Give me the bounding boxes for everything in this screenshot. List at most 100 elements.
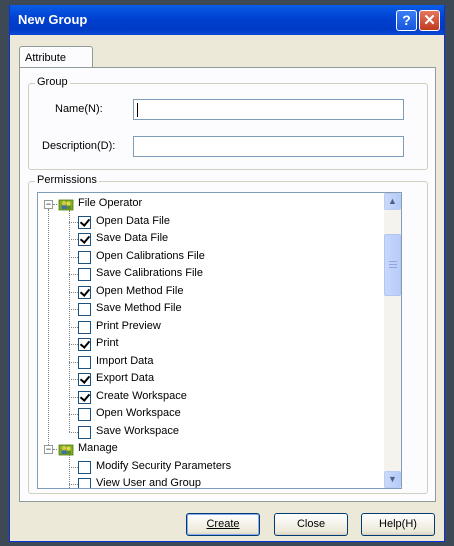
permission-item[interactable]: Import Data: [38, 354, 378, 371]
permission-item[interactable]: Open Data File: [38, 214, 378, 231]
grip-line: [389, 266, 397, 268]
permission-label: Export Data: [96, 372, 155, 384]
close-button[interactable]: Close: [274, 513, 348, 536]
permission-checkbox[interactable]: [78, 460, 91, 474]
close-button-label: Close: [296, 518, 326, 530]
permission-item[interactable]: Export Data: [38, 371, 378, 388]
permission-item[interactable]: Open Workspace: [38, 406, 378, 423]
permission-label: Open Method File: [96, 284, 184, 297]
group-legend: Group: [35, 76, 70, 88]
tree-connector: [69, 210, 70, 432]
scroll-down-icon[interactable]: ▼: [384, 471, 401, 488]
permission-checkbox[interactable]: [78, 268, 91, 281]
tree-connector: [69, 256, 78, 258]
title-bar[interactable]: New Group ? ✕: [10, 5, 444, 35]
scroll-thumb[interactable]: [384, 233, 401, 296]
create-button-label: Create: [206, 518, 240, 530]
tree-connector: [69, 466, 78, 468]
tree-connector: [69, 221, 78, 223]
scroll-up-icon[interactable]: ▲: [384, 193, 401, 210]
help-icon[interactable]: ?: [396, 10, 417, 31]
permission-label: Import Data: [96, 354, 154, 367]
permission-label: Modify Security Parameters: [96, 459, 232, 472]
permission-item[interactable]: Save Method File: [38, 301, 378, 318]
tree-connector: [69, 239, 78, 240]
permission-item[interactable]: Save Calibrations File: [38, 266, 378, 283]
tree-connector: [69, 396, 78, 398]
tree-connector: [69, 309, 78, 310]
tree-connector: [69, 291, 78, 293]
permission-item[interactable]: Save Data File: [38, 231, 378, 248]
collapse-icon[interactable]: −: [44, 200, 53, 209]
permission-label: Open Calibrations File: [96, 249, 205, 262]
permission-checkbox[interactable]: [78, 215, 91, 229]
permission-checkbox[interactable]: [78, 355, 91, 369]
permission-label: Print: [96, 337, 119, 349]
tree-connector: [48, 209, 49, 445]
permission-label: View User and Group: [96, 477, 201, 488]
tree-connector: [69, 326, 78, 328]
permission-item[interactable]: Create Workspace: [38, 389, 378, 406]
permission-checkbox[interactable]: [78, 408, 91, 421]
close-icon[interactable]: ✕: [419, 10, 440, 31]
permission-item[interactable]: Print: [38, 336, 378, 353]
permissions-tree[interactable]: − File Operator Open Data File Save Data Fi…: [38, 193, 384, 488]
description-label: Description(D):: [42, 140, 116, 152]
users-folder-icon: [58, 444, 74, 456]
permission-checkbox[interactable]: [78, 303, 91, 316]
tree-connector: [69, 361, 78, 363]
permission-label: Save Data File: [96, 232, 169, 244]
help-button-label: Help(H): [379, 518, 417, 530]
description-input[interactable]: [133, 136, 404, 157]
tree-connector: [69, 344, 78, 345]
permissions-groupbox: Permissions − File Operator Open Data File…: [28, 174, 428, 494]
grip-line: [389, 260, 397, 262]
create-button[interactable]: Create: [186, 513, 260, 536]
permission-checkbox[interactable]: [78, 233, 91, 246]
permission-checkbox[interactable]: [78, 320, 91, 334]
permission-item[interactable]: Print Preview: [38, 319, 378, 336]
tree-connector: [69, 431, 78, 433]
name-input[interactable]: [133, 99, 404, 120]
grip-line: [389, 263, 397, 265]
permission-checkbox[interactable]: [78, 338, 91, 351]
tab-attribute-label: Attribute: [25, 52, 66, 64]
collapse-icon[interactable]: −: [44, 445, 53, 454]
permission-checkbox[interactable]: [78, 390, 91, 404]
permission-item[interactable]: Open Calibrations File: [38, 249, 378, 266]
help-button[interactable]: Help(H): [361, 513, 435, 536]
permission-item[interactable]: Modify Security Parameters: [38, 459, 378, 476]
permission-label: Save Workspace: [96, 424, 179, 437]
permissions-tree-frame: − File Operator Open Data File Save Data Fi…: [37, 192, 402, 489]
tree-connector: [69, 414, 78, 415]
permission-item[interactable]: View User and Group: [38, 476, 378, 488]
tree-connector: [69, 274, 78, 275]
tree-connector: [69, 484, 78, 485]
window-title: New Group: [18, 12, 88, 27]
permission-checkbox[interactable]: [78, 250, 91, 264]
permission-label: Open Data File: [96, 214, 170, 227]
permission-label: Save Method File: [96, 302, 182, 314]
permission-checkbox[interactable]: [78, 478, 91, 488]
users-folder-icon: [58, 199, 74, 211]
permission-checkbox[interactable]: [78, 373, 91, 386]
tree-group-label: File Operator: [78, 197, 143, 209]
text-caret: [137, 103, 138, 117]
permission-label: Open Workspace: [96, 407, 181, 419]
tree-connector: [69, 455, 70, 488]
permission-checkbox[interactable]: [78, 425, 91, 439]
name-label: Name(N):: [55, 103, 103, 115]
group-groupbox: Group Name(N): Description(D):: [28, 76, 428, 170]
permission-label: Print Preview: [96, 319, 161, 332]
tab-attribute[interactable]: Attribute: [19, 46, 93, 68]
permission-label: Create Workspace: [96, 389, 187, 402]
tree-scrollbar[interactable]: ▲ ▼: [384, 193, 401, 488]
permission-checkbox[interactable]: [78, 285, 91, 299]
permission-item[interactable]: Open Method File: [38, 284, 378, 301]
tree-connector: [69, 379, 78, 380]
permission-item[interactable]: Save Workspace: [38, 424, 378, 441]
new-group-dialog: New Group ? ✕ Attribute Group Name(N): D…: [9, 5, 445, 542]
tree-connector: [53, 204, 57, 205]
tree-group-node[interactable]: − Manage: [38, 441, 378, 458]
tree-group-node[interactable]: − File Operator: [38, 196, 378, 213]
